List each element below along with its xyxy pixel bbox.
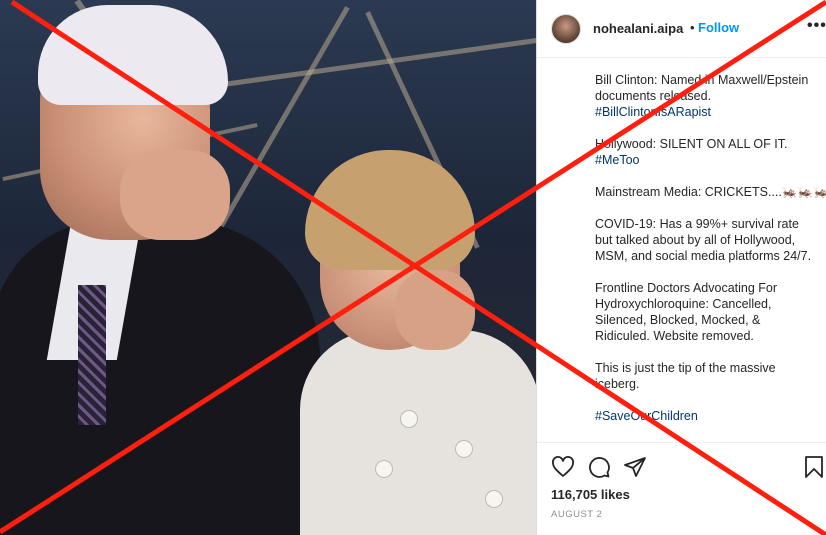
- hashtag-link[interactable]: #BillClintonIsARapist: [595, 105, 711, 119]
- more-options-icon[interactable]: •••: [807, 17, 826, 35]
- hashtag-link[interactable]: #MeToo: [595, 153, 639, 167]
- caption-line: Mainstream Media: CRICKETS....🦗🦗🦗: [595, 185, 826, 199]
- username-link[interactable]: nohealani.aipa: [593, 21, 683, 36]
- separator-dot: •: [690, 20, 695, 35]
- person-left-hand: [120, 150, 230, 240]
- caption-line: iceberg.: [595, 377, 640, 391]
- caption-paragraph: COVID-19: Has a 99%+ survival rate but ta…: [595, 216, 826, 264]
- caption-line: MSM, and social media platforms 24/7.: [595, 249, 812, 263]
- caption-line: but talked about by all of Hollywood,: [595, 233, 796, 247]
- caption-paragraph: Hollywood: SILENT ON ALL OF IT. #MeToo: [595, 136, 826, 168]
- avatar[interactable]: [551, 14, 581, 44]
- person-right-hair: [305, 150, 475, 270]
- caption-line: Frontline Doctors Advocating For: [595, 281, 778, 295]
- post-header: nohealani.aipa • Follow •••: [537, 0, 826, 58]
- caption-paragraph: This is just the tip of the massive icebe…: [595, 360, 826, 392]
- caption-line: documents released.: [595, 89, 712, 103]
- caption-line: Bill Clinton: Named in Maxwell/Epstein: [595, 73, 809, 87]
- caption-paragraph: Frontline Doctors Advocating For Hydroxyc…: [595, 280, 826, 344]
- comment-icon[interactable]: [587, 455, 611, 479]
- jacket-button: [455, 440, 473, 458]
- post-caption: Bill Clinton: Named in Maxwell/Epstein do…: [595, 72, 826, 442]
- caption-line: Hydroxychloroquine: Cancelled,: [595, 297, 772, 311]
- heart-icon[interactable]: [551, 455, 575, 479]
- person-left-tie: [78, 285, 106, 425]
- jacket-button: [375, 460, 393, 478]
- caption-paragraph: Mainstream Media: CRICKETS....🦗🦗🦗: [595, 184, 826, 200]
- caption-line: This is just the tip of the massive: [595, 361, 776, 375]
- jacket-button: [400, 410, 418, 428]
- post-date: AUGUST 2: [551, 509, 603, 520]
- jacket-button: [485, 490, 503, 508]
- background-truss: [221, 37, 536, 88]
- caption-line: Silenced, Blocked, Mocked, &: [595, 313, 761, 327]
- caption-paragraph: #SaveOurChildren: [595, 408, 826, 424]
- hashtag-link[interactable]: #SaveOurChildren: [595, 409, 698, 423]
- caption-paragraph: Bill Clinton: Named in Maxwell/Epstein do…: [595, 72, 826, 120]
- caption-line: Ridiculed. Website removed.: [595, 329, 754, 343]
- person-left-suit: [0, 220, 320, 535]
- post-actions: 116,705 likes AUGUST 2: [537, 442, 826, 535]
- post-sidebar: nohealani.aipa • Follow ••• Bill Clinton…: [536, 0, 826, 535]
- like-count[interactable]: 116,705 likes: [551, 487, 630, 502]
- follow-button[interactable]: Follow: [698, 20, 739, 35]
- person-right-hand: [395, 270, 475, 350]
- caption-line: Hollywood: SILENT ON ALL OF IT.: [595, 137, 788, 151]
- paper-plane-icon[interactable]: [623, 455, 647, 479]
- post-image[interactable]: [0, 0, 536, 535]
- bookmark-icon[interactable]: [803, 455, 825, 479]
- person-left-hair: [38, 5, 228, 105]
- caption-line: COVID-19: Has a 99%+ survival rate: [595, 217, 799, 231]
